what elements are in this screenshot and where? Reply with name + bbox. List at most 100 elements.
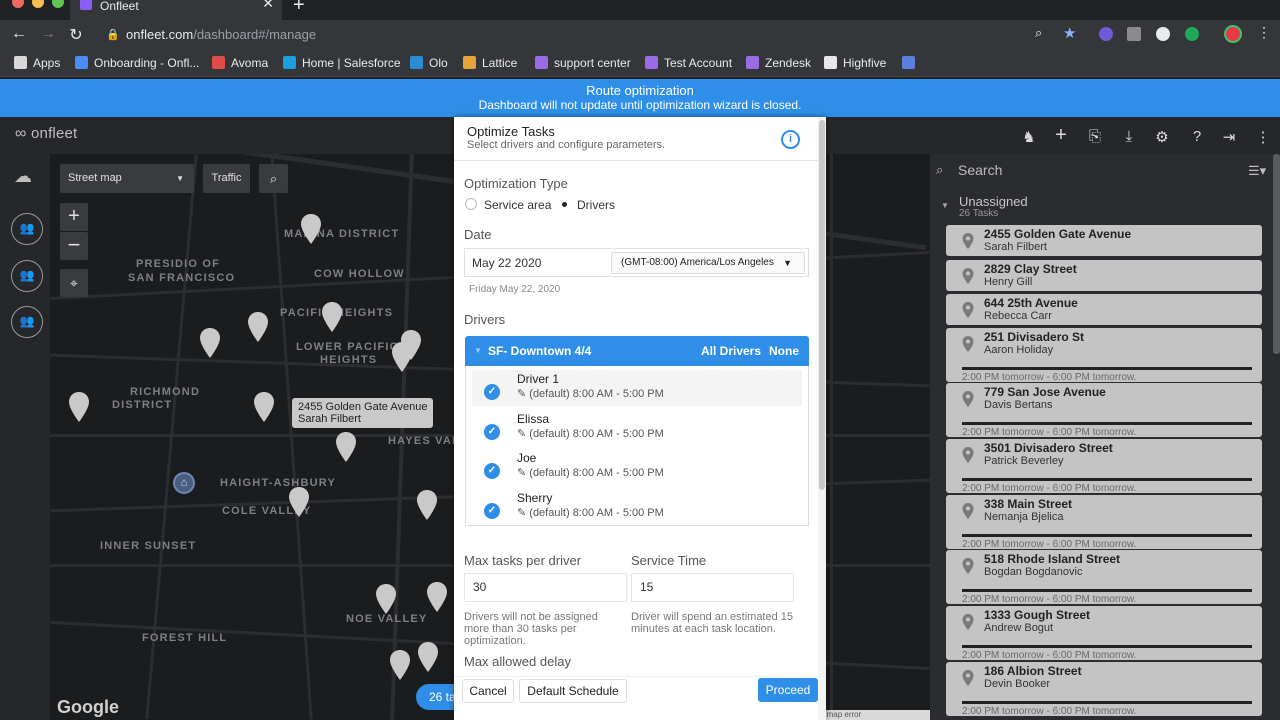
task-card[interactable]: 644 25th Avenue Rebecca Carr	[946, 294, 1262, 325]
bookmark-item[interactable]: Test Account	[645, 56, 732, 70]
check-icon[interactable]: ✓	[484, 463, 500, 479]
default-schedule-button[interactable]: Default Schedule	[519, 679, 627, 703]
check-icon[interactable]: ✓	[484, 424, 500, 440]
team-header[interactable]: ▼ SF- Downtown 4/4 All Drivers None	[465, 336, 809, 366]
bookmark-item[interactable]: Avoma	[212, 56, 268, 70]
task-pin-icon[interactable]	[253, 392, 275, 422]
task-pin-icon[interactable]	[375, 584, 397, 614]
driver-row[interactable]: ✓ Elissa ✎ (default) 8:00 AM - 5:00 PM	[472, 411, 802, 449]
info-icon[interactable]: i	[781, 130, 800, 149]
edit-pencil-icon[interactable]: ✎	[517, 388, 526, 400]
new-tab-button[interactable]: +	[293, 0, 305, 17]
reload-icon[interactable]: ↻	[66, 25, 86, 45]
modal-scrollbar-thumb[interactable]	[819, 120, 825, 490]
bookmark-star-icon[interactable]: ★	[1063, 24, 1076, 42]
bookmark-item[interactable]: Highfive	[824, 56, 886, 70]
max-tasks-input[interactable]: 30	[464, 573, 627, 602]
task-search-input[interactable]: ⌕ Search	[936, 158, 1266, 182]
task-card[interactable]: 779 San Jose Avenue Davis Bertans 2:00 PM …	[946, 383, 1262, 438]
collapse-caret-icon[interactable]: ▼	[941, 201, 949, 210]
task-card[interactable]: 251 Divisadero St Aaron Holiday 2:00 PM to…	[946, 328, 1262, 383]
task-pin-icon[interactable]	[416, 490, 438, 520]
bookmark-item[interactable]: Home | Salesforce	[283, 56, 401, 70]
all-drivers-link[interactable]: All Drivers	[701, 336, 761, 366]
task-pin-icon[interactable]	[391, 342, 413, 372]
map-search-icon[interactable]: ⌕	[259, 164, 288, 193]
zoom-in-button[interactable]: +	[60, 203, 88, 231]
extension-icon[interactable]	[1127, 27, 1141, 41]
logout-icon[interactable]: ⇥	[1220, 128, 1238, 146]
back-arrow-icon[interactable]: ←	[9, 25, 29, 43]
add-team-icon[interactable]: ☁	[14, 166, 32, 187]
bookmark-item[interactable]: Lattice	[463, 56, 517, 70]
locate-icon[interactable]: ⌖	[60, 269, 88, 297]
help-icon[interactable]: ?	[1188, 128, 1206, 145]
traffic-toggle-button[interactable]: Traffic	[203, 164, 250, 193]
team-icon[interactable]: 👥	[11, 260, 43, 292]
bookmark-item[interactable]: support center	[535, 56, 631, 70]
bookmark-item[interactable]: Olo	[410, 56, 448, 70]
drivers-radio[interactable]	[558, 198, 570, 210]
proceed-button[interactable]: Proceed	[758, 678, 818, 702]
task-pin-icon[interactable]	[247, 312, 269, 342]
task-pin-icon[interactable]	[288, 487, 310, 517]
download-icon[interactable]: ⤓	[1120, 128, 1138, 145]
edit-pencil-icon[interactable]: ✎	[517, 507, 526, 519]
driver-row[interactable]: ✓ Joe ✎ (default) 8:00 AM - 5:00 PM	[472, 450, 802, 488]
zoom-icon[interactable]: ⌕	[1035, 25, 1042, 41]
driver-icon[interactable]: ♞	[1020, 128, 1038, 146]
timezone-select[interactable]: (GMT-08:00) America/Los Angeles ▼	[611, 252, 805, 274]
task-pin-icon[interactable]	[426, 582, 448, 612]
task-card[interactable]: 518 Rhode Island Street Bogdan Bogdanovic…	[946, 550, 1262, 605]
sidebar-scrollbar[interactable]	[1273, 154, 1280, 354]
browser-menu-icon[interactable]: ⋮	[1257, 24, 1271, 41]
edit-pencil-icon[interactable]: ✎	[517, 467, 526, 479]
url-field[interactable]: 🔒 onfleet.com/dashboard#/manage	[100, 24, 1100, 46]
browser-tab[interactable]: Onfleet ✕	[70, 0, 282, 20]
profile-avatar[interactable]	[1224, 25, 1242, 43]
check-icon[interactable]: ✓	[484, 503, 500, 519]
task-card[interactable]: 338 Main Street Nemanja Bjelica 2:00 PM to…	[946, 495, 1262, 550]
team-icon[interactable]: 👥	[11, 213, 43, 245]
none-link[interactable]: None	[769, 336, 799, 366]
unassigned-group-title[interactable]: Unassigned	[959, 194, 1028, 209]
add-task-icon[interactable]: +	[1052, 124, 1070, 147]
service-area-radio[interactable]	[465, 198, 477, 210]
task-pin-icon[interactable]	[68, 392, 90, 422]
task-pin-icon[interactable]	[199, 328, 221, 358]
bookmark-item[interactable]: Onboarding - Onfl...	[75, 56, 199, 70]
bookmark-item[interactable]: Zendesk	[746, 56, 811, 70]
tab-close-icon[interactable]: ✕	[262, 0, 274, 10]
forward-arrow-icon[interactable]: →	[38, 25, 58, 43]
docs-bookmark-icon[interactable]	[902, 56, 915, 69]
task-pin-icon[interactable]	[417, 642, 439, 672]
bookmark-item[interactable]: Apps	[14, 56, 60, 70]
task-card[interactable]: 1333 Gough Street Andrew Bogut 2:00 PM tom…	[946, 606, 1262, 661]
task-pin-icon[interactable]	[335, 432, 357, 462]
edit-pencil-icon[interactable]: ✎	[517, 428, 526, 440]
extension-icon[interactable]	[1185, 27, 1199, 41]
task-pin-icon[interactable]	[300, 214, 322, 244]
driver-row[interactable]: ✓ Sherry ✎ (default) 8:00 AM - 5:00 PM	[472, 490, 802, 528]
cancel-button[interactable]: Cancel	[462, 679, 514, 703]
map-type-select[interactable]: Street map ▼	[60, 164, 194, 193]
settings-gear-icon[interactable]: ⚙	[1153, 128, 1171, 146]
more-icon[interactable]: ⋮	[1254, 128, 1272, 146]
task-card[interactable]: 2455 Golden Gate Avenue Sarah Filbert	[946, 225, 1262, 256]
zoom-out-button[interactable]: −	[60, 232, 88, 260]
team-icon[interactable]: 👥	[11, 306, 43, 338]
extension-icon[interactable]	[1156, 27, 1170, 41]
onfleet-logo[interactable]: ∞ onfleet	[15, 125, 77, 143]
task-card[interactable]: 3501 Divisadero Street Patrick Beverley 2:…	[946, 439, 1262, 494]
service-time-input[interactable]: 15	[631, 573, 794, 602]
extension-icon[interactable]	[1099, 27, 1113, 41]
check-icon[interactable]: ✓	[484, 384, 500, 400]
task-card[interactable]: 186 Albion Street Devin Booker 2:00 PM tom…	[946, 662, 1262, 717]
driver-row[interactable]: ✓ Driver 1 ✎ (default) 8:00 AM - 5:00 PM	[472, 371, 802, 409]
task-pin-icon[interactable]	[389, 650, 411, 680]
list-options-icon[interactable]: ☰▾	[1248, 163, 1266, 179]
depot-home-icon[interactable]: ⌂	[173, 472, 195, 494]
task-pin-icon[interactable]	[321, 302, 343, 332]
task-card[interactable]: 2829 Clay Street Henry Gill	[946, 260, 1262, 291]
import-icon[interactable]: ⎘	[1086, 128, 1104, 145]
